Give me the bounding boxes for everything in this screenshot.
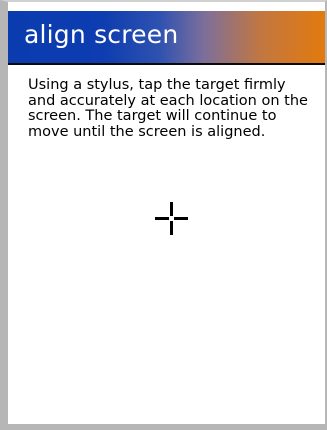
crosshair-center <box>169 216 174 221</box>
title-bar: align screen <box>8 11 325 63</box>
instructions-text: Using a stylus, tap the target firmly an… <box>28 77 308 140</box>
page-title: align screen <box>24 20 179 49</box>
crosshair-target[interactable] <box>155 202 188 235</box>
crosshair-icon[interactable] <box>155 202 188 235</box>
title-divider <box>8 63 325 65</box>
